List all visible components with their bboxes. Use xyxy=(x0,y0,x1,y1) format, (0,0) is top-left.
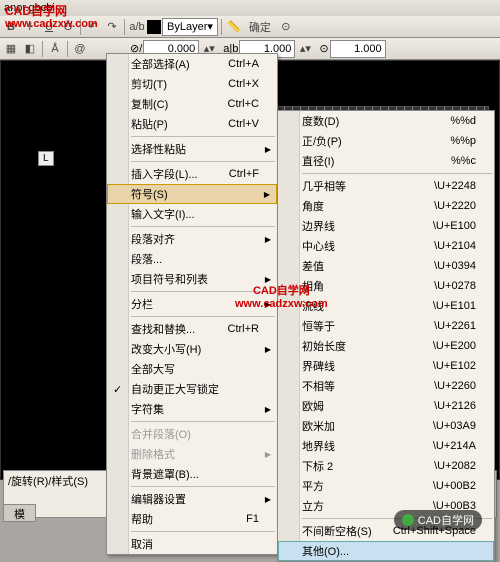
menu-item[interactable]: 角度\U+2220 xyxy=(278,196,494,216)
menu-item: 删除格式▶ xyxy=(107,444,277,464)
menu-item[interactable]: 直径(I)%%c xyxy=(278,151,494,171)
ok-btn[interactable]: 确定 xyxy=(244,18,276,36)
misc-3[interactable]: Å xyxy=(46,40,64,58)
menu-item[interactable]: 中心线\U+2104 xyxy=(278,236,494,256)
menu-item[interactable]: 编辑器设置▶ xyxy=(107,489,277,509)
misc-2[interactable]: ◧ xyxy=(21,40,39,58)
options-btn[interactable]: ⊙ xyxy=(277,18,295,36)
menu-item[interactable]: 输入文字(I)... xyxy=(107,204,277,224)
value-input-3[interactable] xyxy=(330,40,386,58)
menu-item[interactable]: 几乎相等\U+2248 xyxy=(278,176,494,196)
watermark-title: CAD自学网 xyxy=(5,2,67,19)
menu-item[interactable]: 欧姆\U+2126 xyxy=(278,396,494,416)
menu-item[interactable]: 复制(C)Ctrl+C xyxy=(107,94,277,114)
menu-item[interactable]: ✓自动更正大写锁定 xyxy=(107,379,277,399)
menu-item[interactable]: 符号(S)▶ xyxy=(107,184,277,204)
watermark-center: CAD自学网www.cadzxw.com xyxy=(235,282,328,310)
menu-item[interactable]: 欧米加\U+03A9 xyxy=(278,416,494,436)
menu-item[interactable]: 背景遮罩(B)... xyxy=(107,464,277,484)
menu-item[interactable]: 界碑线\U+E102 xyxy=(278,356,494,376)
menu-item[interactable]: 其他(O)... xyxy=(278,541,494,561)
menu-item[interactable]: 粘贴(P)Ctrl+V xyxy=(107,114,277,134)
menu-item[interactable]: 正/负(P)%%p xyxy=(278,131,494,151)
menu-item[interactable]: 字符集▶ xyxy=(107,399,277,419)
menu-item[interactable]: 改变大小写(H)▶ xyxy=(107,339,277,359)
menu-item[interactable]: 全部大写 xyxy=(107,359,277,379)
model-tab[interactable]: 模 xyxy=(3,504,36,522)
misc-1[interactable]: ▦ xyxy=(2,40,20,58)
ruler-btn[interactable]: 📏 xyxy=(225,18,243,36)
layer-select[interactable]: ByLayer ▾ xyxy=(162,18,218,36)
menu-item[interactable]: 平方\U+00B2 xyxy=(278,476,494,496)
menu-item[interactable]: 帮助F1 xyxy=(107,509,277,529)
menu-item[interactable]: 段落... xyxy=(107,249,277,269)
menu-item[interactable]: 段落对齐▶ xyxy=(107,229,277,249)
menu-item[interactable]: 初始长度\U+E200 xyxy=(278,336,494,356)
menu-item[interactable]: 恒等于\U+2261 xyxy=(278,316,494,336)
symbol-submenu: 度数(D)%%d正/负(P)%%p直径(I)%%c 几乎相等\U+2248角度\U… xyxy=(277,110,495,562)
menu-item[interactable]: 选择性粘贴▶ xyxy=(107,139,277,159)
watermark-url: www.cadzxw.com xyxy=(5,18,98,30)
stack-btn[interactable]: a/b xyxy=(128,18,146,36)
l-marker: L xyxy=(38,151,54,166)
misc-4[interactable]: @ xyxy=(71,40,89,58)
menu-item[interactable]: 地界线\U+214A xyxy=(278,436,494,456)
menu-item[interactable]: 度数(D)%%d xyxy=(278,111,494,131)
menu-item[interactable]: 差值\U+0394 xyxy=(278,256,494,276)
menu-item[interactable]: 下标 2\U+2082 xyxy=(278,456,494,476)
menu-item[interactable]: 剪切(T)Ctrl+X xyxy=(107,74,277,94)
menu-item: 合并段落(O) xyxy=(107,424,277,444)
menu-item[interactable]: 边界线\U+E100 xyxy=(278,216,494,236)
stepper-2[interactable]: ▴▾ xyxy=(296,40,314,58)
menu-item[interactable]: 插入字段(L)...Ctrl+F xyxy=(107,164,277,184)
menu-item[interactable]: 全部选择(A)Ctrl+A xyxy=(107,54,277,74)
menu-item[interactable]: 取消 xyxy=(107,534,277,554)
menu-item[interactable]: 查找和替换...Ctrl+R xyxy=(107,319,277,339)
source-badge: CAD自学网 xyxy=(394,510,482,530)
command-text: /旋转(R)/样式(S) xyxy=(8,476,88,488)
color-btn[interactable] xyxy=(147,20,161,34)
menu-item[interactable]: 不相等\U+2260 xyxy=(278,376,494,396)
redo-btn[interactable]: ↷ xyxy=(103,18,121,36)
